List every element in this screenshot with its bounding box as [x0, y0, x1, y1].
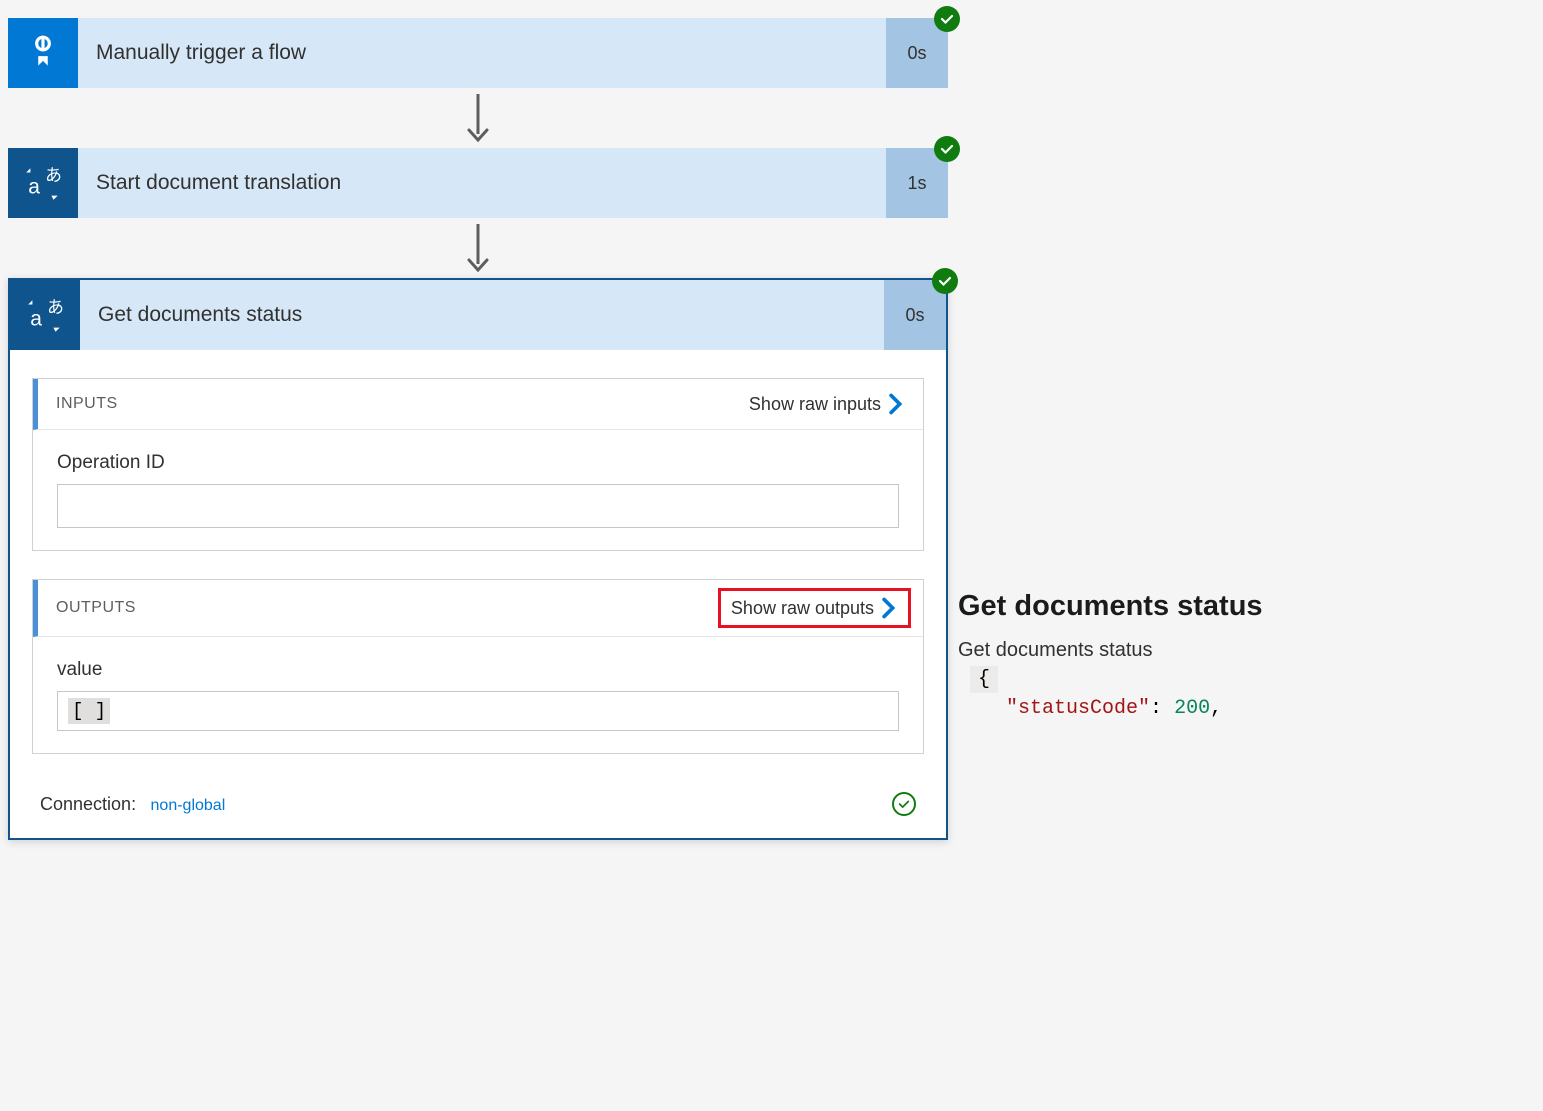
outputs-section: OUTPUTS Show raw outputs value [ ] — [32, 579, 924, 754]
raw-output-title: Get documents status — [958, 590, 1538, 623]
success-icon — [932, 268, 958, 294]
connection-link[interactable]: non-global — [151, 797, 226, 814]
inputs-section: INPUTS Show raw inputs Operation ID — [32, 378, 924, 551]
outputs-label: OUTPUTS — [56, 599, 136, 617]
connector-arrow — [8, 88, 948, 148]
translate-icon: a あ — [10, 280, 80, 350]
trigger-icon — [8, 18, 78, 88]
inputs-label: INPUTS — [56, 395, 118, 413]
show-raw-outputs-link[interactable]: Show raw outputs — [718, 588, 911, 628]
operation-id-field[interactable] — [57, 484, 899, 528]
connector-arrow — [8, 218, 948, 278]
svg-text:あ: あ — [47, 298, 64, 317]
json-open-brace: { — [970, 666, 998, 693]
chevron-right-icon — [880, 597, 898, 619]
chevron-right-icon — [887, 393, 905, 415]
flow-step-trigger[interactable]: Manually trigger a flow 0s — [8, 18, 948, 88]
success-icon — [934, 136, 960, 162]
svg-text:あ: あ — [45, 166, 62, 185]
connection-label: Connection: — [40, 794, 136, 814]
json-body-line: "statusCode": 200, — [958, 697, 1538, 720]
check-circle-icon — [892, 792, 916, 816]
success-icon — [934, 6, 960, 32]
operation-id-label: Operation ID — [57, 452, 899, 474]
translate-icon: a あ — [8, 148, 78, 218]
value-label: value — [57, 659, 899, 681]
svg-text:a: a — [28, 176, 40, 199]
raw-output-subtitle: Get documents status — [958, 639, 1538, 662]
value-field[interactable]: [ ] — [57, 691, 899, 731]
step-title: Manually trigger a flow — [78, 18, 886, 88]
flow-step-translate[interactable]: a あ Start document translation 1s — [8, 148, 948, 218]
flow-step-get-status-expanded: a あ Get documents status 0s INPUTS Show … — [8, 278, 948, 840]
svg-text:a: a — [30, 308, 42, 331]
step-title: Start document translation — [78, 148, 886, 218]
raw-output-panel: Get documents status Get documents statu… — [958, 590, 1538, 720]
flow-step-get-status-header[interactable]: a あ Get documents status 0s — [10, 280, 946, 350]
show-raw-inputs-link[interactable]: Show raw inputs — [749, 393, 905, 415]
step-title: Get documents status — [80, 280, 884, 350]
